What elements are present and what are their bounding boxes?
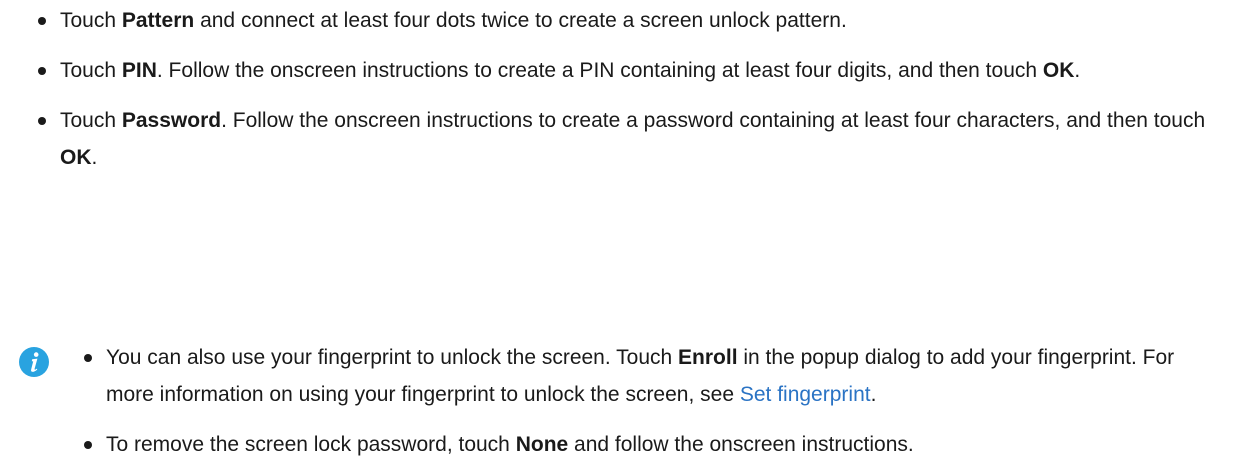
set-fingerprint-link[interactable]: Set fingerprint bbox=[740, 383, 871, 406]
note-item-remove-lock: To remove the screen lock password, touc… bbox=[84, 426, 1224, 463]
bold-term-ok: OK bbox=[60, 146, 92, 169]
note-list: You can also use your fingerprint to unl… bbox=[84, 339, 1224, 476]
document-body: Touch Pattern and connect at least four … bbox=[0, 0, 1256, 456]
bullet-dot bbox=[38, 67, 46, 75]
item-text: You can also use your fingerprint to unl… bbox=[106, 346, 1175, 406]
item-text: Touch PIN. Follow the onscreen instructi… bbox=[60, 59, 1081, 82]
bold-term-ok: OK bbox=[1042, 59, 1075, 82]
item-text: Touch Password. Follow the onscreen inst… bbox=[60, 109, 1206, 169]
bold-term-enroll: Enroll bbox=[678, 346, 738, 369]
bullet-dot bbox=[38, 17, 46, 25]
item-text: Touch Pattern and connect at least four … bbox=[60, 9, 847, 32]
bold-term-password: Password bbox=[121, 109, 222, 132]
list-item-pattern: Touch Pattern and connect at least four … bbox=[38, 2, 1228, 39]
note-item-fingerprint: You can also use your fingerprint to unl… bbox=[84, 339, 1224, 413]
bullet-dot bbox=[84, 441, 92, 449]
bold-term-pattern: Pattern bbox=[121, 9, 195, 32]
list-item-password: Touch Password. Follow the onscreen inst… bbox=[38, 102, 1228, 176]
bold-term-pin: PIN bbox=[121, 59, 157, 82]
bullet-dot bbox=[84, 354, 92, 362]
bullet-dot bbox=[38, 117, 46, 125]
list-item-pin: Touch PIN. Follow the onscreen instructi… bbox=[38, 52, 1228, 89]
unlock-method-list: Touch Pattern and connect at least four … bbox=[38, 2, 1228, 189]
info-icon bbox=[19, 347, 49, 377]
